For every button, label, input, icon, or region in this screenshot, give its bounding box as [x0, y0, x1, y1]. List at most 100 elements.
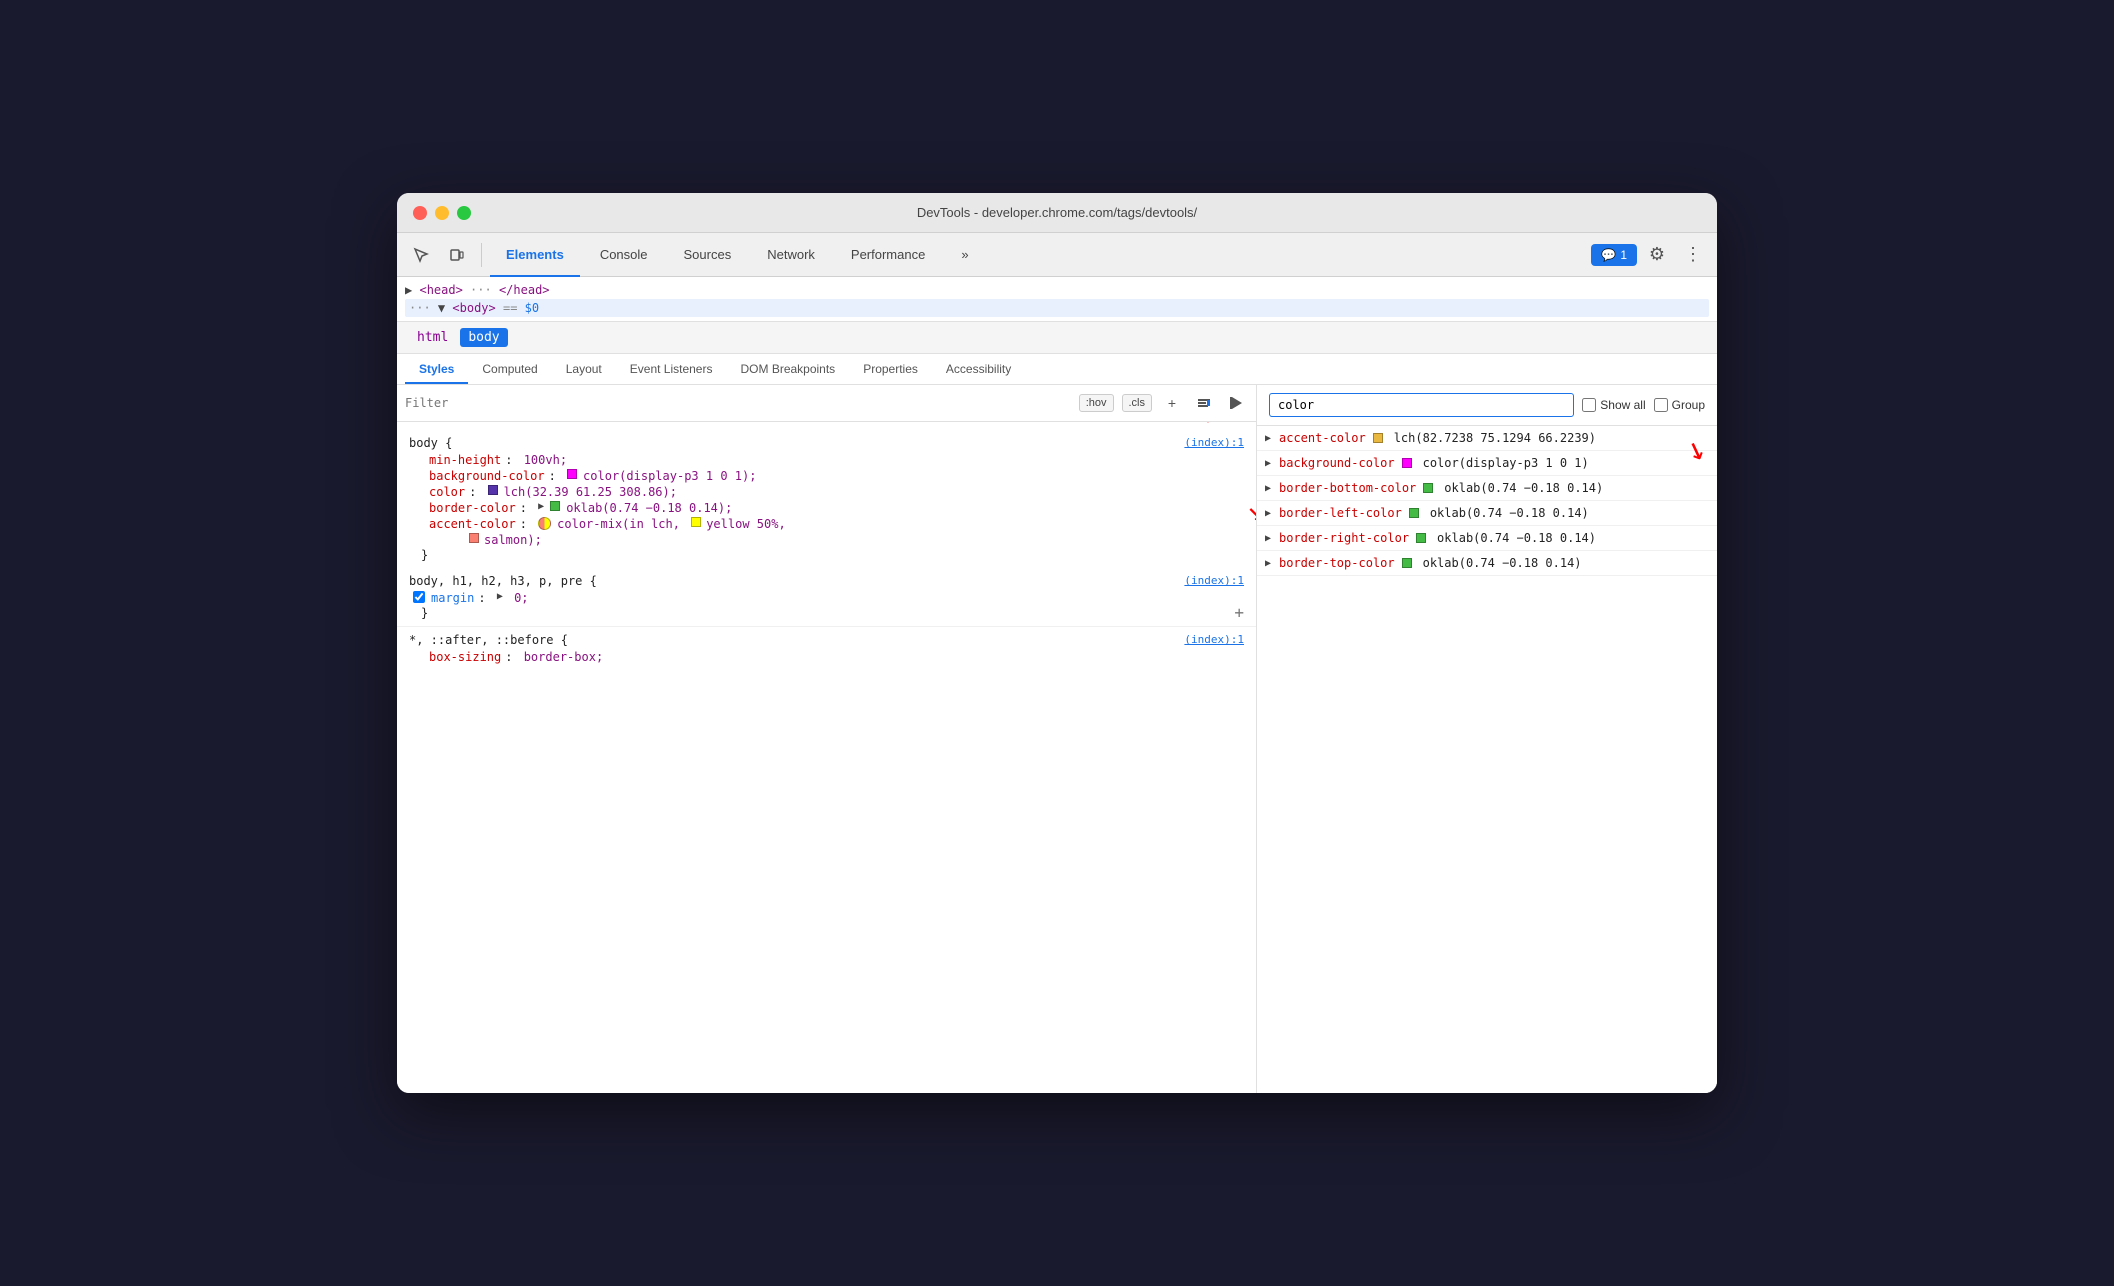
computed-item-header-border-left[interactable]: ▶ border-left-color oklab(0.74 −0.18 0.1…: [1257, 501, 1717, 525]
rule-source[interactable]: (index):1: [1184, 436, 1244, 449]
tag-body[interactable]: body: [460, 328, 507, 347]
add-style-button[interactable]: +: [1160, 391, 1184, 415]
property-color: color : lch(32.39 61.25 308.86);: [409, 484, 1244, 500]
tab-accessibility[interactable]: Accessibility: [932, 354, 1025, 384]
css-rules: body { (index):1 min-height : 100vh; bac…: [397, 422, 1256, 1093]
settings-button[interactable]: ⚙: [1641, 239, 1673, 271]
computed-item-header-border-top[interactable]: ▶ border-top-color oklab(0.74 −0.18 0.14…: [1257, 551, 1717, 575]
expand-arrow-border-left[interactable]: ▶: [1265, 508, 1275, 519]
maximize-button[interactable]: [457, 206, 471, 220]
margin-expand[interactable]: ▶: [497, 591, 503, 602]
css-rule-body: body { (index):1 min-height : 100vh; bac…: [397, 430, 1256, 568]
computed-item-header-border-bottom[interactable]: ▶ border-bottom-color oklab(0.74 −0.18 0…: [1257, 476, 1717, 500]
bg-color-computed-swatch[interactable]: [1402, 458, 1412, 468]
border-color-swatch[interactable]: [550, 501, 560, 511]
property-box-sizing: box-sizing : border-box;: [409, 649, 1244, 665]
border-right-swatch[interactable]: [1416, 533, 1426, 543]
more-options-button[interactable]: ⋮: [1677, 239, 1709, 271]
tab-elements[interactable]: Elements: [490, 233, 580, 277]
minimize-button[interactable]: [435, 206, 449, 220]
color-swatch[interactable]: [488, 485, 498, 495]
tab-dom-breakpoints[interactable]: DOM Breakpoints: [726, 354, 849, 384]
show-all-label[interactable]: Show all: [1582, 398, 1645, 412]
hov-button[interactable]: :hov: [1079, 394, 1114, 412]
toggle-breakpoints-button[interactable]: [1224, 391, 1248, 415]
window-title: DevTools - developer.chrome.com/tags/dev…: [917, 205, 1197, 220]
computed-filter-input[interactable]: [1269, 393, 1574, 417]
rule-source-2[interactable]: (index):1: [1184, 574, 1244, 587]
computed-item-background-color: ▶ background-color color(display-p3 1 0 …: [1257, 451, 1717, 476]
devtools-panel: Elements Console Sources Network Perform…: [397, 233, 1717, 1093]
tab-properties[interactable]: Properties: [849, 354, 932, 384]
computed-filter-bar: Show all Group: [1257, 385, 1717, 426]
expand-arrow-bg[interactable]: ▶: [1265, 458, 1275, 469]
tab-network[interactable]: Network: [751, 233, 831, 277]
property-background-color: background-color : color(display-p3 1 0 …: [409, 468, 1244, 484]
close-button[interactable]: [413, 206, 427, 220]
tab-event-listeners[interactable]: Event Listeners: [616, 354, 727, 384]
filter-bar: :hov .cls +: [397, 385, 1256, 422]
inspect-element-button[interactable]: [405, 239, 437, 271]
tab-layout[interactable]: Layout: [552, 354, 616, 384]
border-color-expand[interactable]: ▶: [538, 501, 544, 512]
computed-item-header-accent[interactable]: ▶ accent-color lch(82.7238 75.1294 66.22…: [1257, 426, 1717, 450]
tab-more[interactable]: »: [945, 233, 984, 277]
new-style-rule-button[interactable]: [1192, 391, 1216, 415]
tab-console[interactable]: Console: [584, 233, 664, 277]
rule-selector-3: *, ::after, ::before {: [409, 633, 568, 647]
computed-item-border-left: ▶ border-left-color oklab(0.74 −0.18 0.1…: [1257, 501, 1717, 526]
show-all-checkbox[interactable]: [1582, 398, 1596, 412]
property-margin: margin : ▶ 0;: [409, 590, 1244, 606]
filter-input[interactable]: [405, 396, 1071, 410]
computed-panel: Show all Group ▶ accent-color: [1257, 385, 1717, 1093]
titlebar: DevTools - developer.chrome.com/tags/dev…: [397, 193, 1717, 233]
accent-color-computed-swatch[interactable]: [1373, 433, 1383, 443]
rule-header-3: *, ::after, ::before { (index):1: [409, 633, 1244, 647]
tab-sources[interactable]: Sources: [668, 233, 748, 277]
rule-source-3[interactable]: (index):1: [1184, 633, 1244, 646]
expand-arrow-border-right[interactable]: ▶: [1265, 533, 1275, 544]
styles-panel: :hov .cls +: [397, 385, 1257, 1093]
group-label[interactable]: Group: [1654, 398, 1705, 412]
salmon-swatch[interactable]: [469, 533, 479, 543]
accent-color-swatch[interactable]: [538, 517, 551, 530]
margin-checkbox[interactable]: [413, 591, 425, 603]
property-border-color: border-color : ▶ oklab(0.74 −0.18 0.14);…: [409, 500, 1244, 516]
computed-item-header-border-right[interactable]: ▶ border-right-color oklab(0.74 −0.18 0.…: [1257, 526, 1717, 550]
yellow-swatch[interactable]: [691, 517, 701, 527]
background-color-swatch[interactable]: [567, 469, 577, 479]
rule-close-brace: }: [409, 548, 1244, 562]
rule-close-brace-2: }: [409, 606, 1244, 620]
computed-item-border-right: ▶ border-right-color oklab(0.74 −0.18 0.…: [1257, 526, 1717, 551]
toolbar-divider: [481, 243, 482, 267]
devtools-window: DevTools - developer.chrome.com/tags/dev…: [397, 193, 1717, 1093]
expand-arrow-accent[interactable]: ▶: [1265, 433, 1275, 444]
border-left-swatch[interactable]: [1409, 508, 1419, 518]
property-accent-color-cont: salmon);: [409, 532, 1244, 548]
tag-selector: html body: [397, 322, 1717, 354]
expand-arrow-border-top[interactable]: ▶: [1265, 558, 1275, 569]
traffic-lights: [413, 206, 471, 220]
dom-head-line: ▶ <head> ··· </head>: [405, 281, 1709, 299]
css-rule-universal: *, ::after, ::before { (index):1 box-siz…: [397, 626, 1256, 671]
tab-performance[interactable]: Performance: [835, 233, 941, 277]
dom-body-line[interactable]: ··· ▼ <body> == $0: [405, 299, 1709, 317]
computed-item-border-top: ▶ border-top-color oklab(0.74 −0.18 0.14…: [1257, 551, 1717, 576]
cls-button[interactable]: .cls: [1122, 394, 1153, 412]
tag-html[interactable]: html: [409, 328, 456, 347]
computed-item-header-bg[interactable]: ▶ background-color color(display-p3 1 0 …: [1257, 451, 1717, 475]
dom-tree: ▶ <head> ··· </head> ··· ▼ <body> == $0: [397, 277, 1717, 322]
tab-styles[interactable]: Styles: [405, 354, 468, 384]
computed-item-accent-color: ▶ accent-color lch(82.7238 75.1294 66.22…: [1257, 426, 1717, 451]
property-min-height: min-height : 100vh;: [409, 452, 1244, 468]
panel-tabs: Styles Computed Layout Event Listeners D…: [397, 354, 1717, 385]
device-toggle-button[interactable]: [441, 239, 473, 271]
notification-button[interactable]: 💬 1: [1591, 244, 1637, 266]
group-checkbox[interactable]: [1654, 398, 1668, 412]
tab-computed[interactable]: Computed: [468, 354, 551, 384]
expand-arrow-border-bottom[interactable]: ▶: [1265, 483, 1275, 494]
border-bottom-swatch[interactable]: [1423, 483, 1433, 493]
rule-selector-2: body, h1, h2, h3, p, pre {: [409, 574, 597, 588]
add-property-button[interactable]: +: [1234, 603, 1244, 622]
border-top-swatch[interactable]: [1402, 558, 1412, 568]
